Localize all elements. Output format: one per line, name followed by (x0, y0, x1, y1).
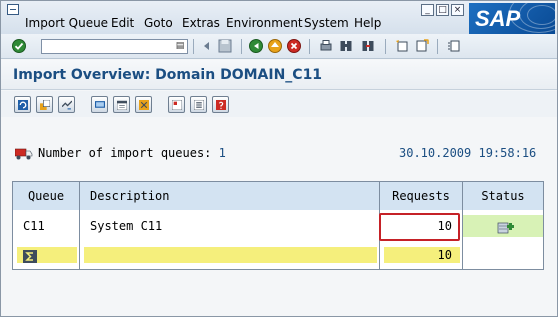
title-bar: Import Overview: Domain DOMAIN_C11 (1, 60, 557, 90)
minimize-icon[interactable]: _ (421, 4, 434, 16)
find-next-icon[interactable] (361, 39, 375, 53)
toolbar-separator (385, 39, 386, 54)
column-divider (79, 182, 80, 269)
sum-icon (23, 250, 37, 263)
create-session-icon[interactable] (395, 39, 409, 53)
monitor-icon[interactable] (91, 96, 108, 113)
maximize-icon[interactable]: □ (436, 4, 449, 16)
column-header-status[interactable]: Status (463, 182, 543, 210)
menu-system[interactable]: System (304, 16, 349, 30)
print-icon[interactable] (319, 39, 333, 53)
import-all-icon[interactable] (36, 96, 53, 113)
save-icon[interactable] (218, 39, 232, 53)
list-icon[interactable] (190, 96, 207, 113)
menu-help[interactable]: Help (354, 16, 381, 30)
import-queue-count: Number of import queues: 1 (38, 146, 226, 160)
back-arrow-small-icon[interactable] (200, 39, 214, 53)
menu-goto[interactable]: Goto (144, 16, 173, 30)
calendar-icon[interactable] (113, 96, 130, 113)
enter-check-icon[interactable] (12, 39, 26, 53)
column-header-description[interactable]: Description (80, 182, 379, 210)
page-title: Import Overview: Domain DOMAIN_C11 (13, 67, 323, 83)
details-icon[interactable] (168, 96, 185, 113)
back-icon[interactable] (249, 39, 263, 53)
window-buttons: _ □ × (421, 4, 464, 16)
total-row-requests: 10 (384, 247, 460, 263)
requests-highlight-box (379, 213, 460, 241)
toolbar-separator (437, 39, 438, 54)
configuration-icon[interactable] (135, 96, 152, 113)
check-transport-icon[interactable] (58, 96, 75, 113)
truck-icon (15, 148, 33, 160)
find-icon[interactable] (339, 39, 353, 53)
import-queue-count-value: 1 (218, 146, 226, 160)
cancel-icon[interactable] (287, 39, 301, 53)
customize-layout-icon[interactable] (447, 39, 461, 53)
command-field[interactable] (41, 39, 188, 54)
column-header-queue[interactable]: Queue (13, 182, 79, 210)
menu-bar: Import Queue Edit Goto Extras Environmen… (1, 1, 557, 35)
help-icon[interactable] (212, 96, 229, 113)
toolbar-separator (193, 39, 194, 54)
table-row-description[interactable]: System C11 (80, 215, 379, 237)
column-divider (462, 182, 463, 269)
toolbar-separator (241, 39, 242, 54)
sap-window: Import Queue Edit Goto Extras Environmen… (0, 0, 558, 317)
import-queue-count-label: Number of import queues: (38, 146, 212, 160)
total-row-description (84, 247, 377, 263)
timestamp: 30.10.2009 19:58:16 (399, 146, 537, 160)
system-menu-icon[interactable] (7, 4, 19, 15)
command-field-history-icon[interactable]: ▤ (174, 40, 186, 52)
exit-icon[interactable] (268, 39, 282, 53)
close-icon[interactable]: × (451, 4, 464, 16)
menu-import-queue[interactable]: Import Queue (25, 16, 108, 30)
refresh-queue-icon[interactable] (14, 96, 31, 113)
standard-toolbar: ▤ (1, 34, 557, 59)
table-row-queue[interactable]: C11 (13, 215, 79, 237)
menu-extras[interactable]: Extras (182, 16, 220, 30)
column-header-requests[interactable]: Requests (380, 182, 462, 210)
import-queue-table: Queue Description Requests Status C11 Sy… (12, 181, 544, 270)
generate-shortcut-icon[interactable] (415, 39, 429, 53)
application-toolbar (1, 91, 557, 117)
menu-environment[interactable]: Environment (226, 16, 303, 30)
sap-logo-text: SAP (475, 6, 521, 31)
sap-logo: SAP (469, 3, 555, 35)
toolbar-separator (309, 39, 310, 54)
menu-edit[interactable]: Edit (111, 16, 134, 30)
import-status-icon[interactable] (497, 221, 515, 235)
